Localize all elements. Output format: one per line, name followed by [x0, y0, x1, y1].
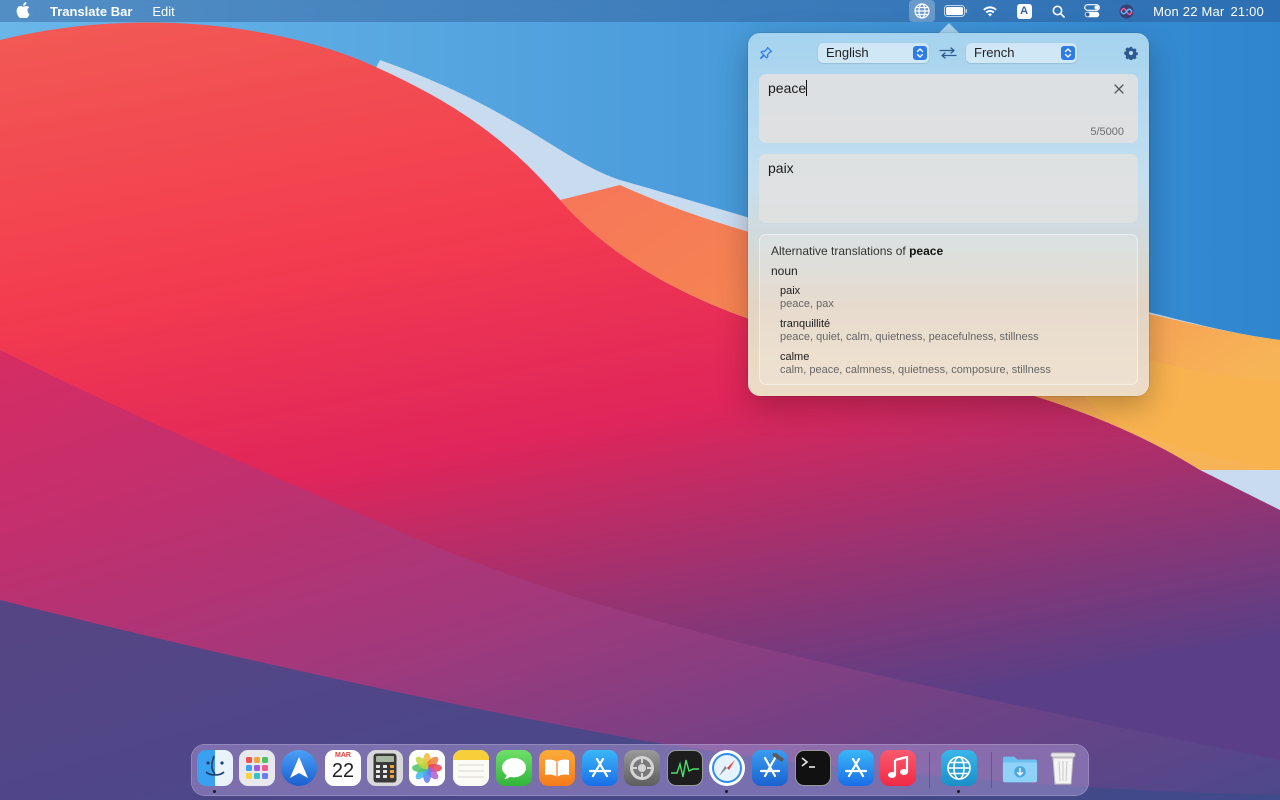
source-text-field[interactable]: peace 5/5000	[759, 74, 1138, 143]
select-chevron-icon	[913, 46, 927, 60]
swap-languages-icon[interactable]	[937, 44, 959, 62]
calculator-icon[interactable]	[367, 750, 403, 786]
clear-text-icon[interactable]	[1112, 82, 1126, 96]
running-indicator	[725, 790, 728, 793]
alternative-synonyms: peace, quiet, calm, quietness, peacefuln…	[780, 331, 1039, 343]
terminal-icon[interactable]	[795, 750, 831, 786]
photos-icon[interactable]	[409, 750, 445, 786]
source-language-value: English	[826, 45, 869, 60]
input-source-icon[interactable]: A	[1007, 0, 1041, 22]
menubar-clock[interactable]: Mon 22 Mar 21:00	[1153, 4, 1264, 19]
alternative-entry[interactable]: paix peace, pax	[780, 285, 834, 311]
finder-icon[interactable]	[197, 750, 233, 786]
translate-globe-icon[interactable]	[909, 0, 936, 22]
menu-bar: Translate Bar Edit A Mon 22 Mar 21:00	[0, 0, 1280, 22]
alternatives-heading-prefix: Alternative translations of	[771, 244, 906, 258]
pin-icon[interactable]	[757, 44, 775, 62]
running-indicator	[213, 790, 216, 793]
xcode-icon[interactable]	[752, 750, 788, 786]
select-chevron-icon	[1061, 46, 1075, 60]
books-icon[interactable]	[539, 750, 575, 786]
alternative-synonyms: calm, peace, calmness, quietness, compos…	[780, 364, 1051, 376]
calendar-month: MAR	[335, 752, 351, 759]
alternative-word: paix	[780, 285, 801, 297]
app-store-icon[interactable]	[838, 750, 874, 786]
text-cursor	[806, 80, 808, 96]
calendar-day: 22	[331, 760, 355, 782]
dock-separator	[991, 752, 992, 788]
system-preferences-icon[interactable]	[624, 750, 660, 786]
activity-monitor-icon[interactable]	[667, 750, 703, 786]
popover-toolbar: English French	[748, 41, 1149, 65]
source-text: peace	[768, 80, 808, 96]
spotlight-search-icon[interactable]	[1041, 0, 1075, 22]
messages-icon[interactable]	[496, 750, 532, 786]
target-language-value: French	[974, 45, 1015, 60]
alternative-entry[interactable]: calme calm, peace, calmness, quietness, …	[780, 351, 1051, 377]
wifi-icon[interactable]	[973, 0, 1007, 22]
calendar-icon[interactable]: MAR 22	[325, 750, 361, 786]
menubar-status-area: A Mon 22 Mar 21:00	[905, 0, 1264, 22]
part-of-speech-label: noun	[771, 264, 798, 278]
battery-icon[interactable]	[939, 0, 973, 22]
trash-icon[interactable]	[1045, 750, 1081, 786]
alternative-entry[interactable]: tranquillité peace, quiet, calm, quietne…	[780, 318, 1039, 344]
alternatives-heading: Alternative translations of peace	[771, 244, 943, 258]
notes-icon[interactable]	[453, 750, 489, 786]
character-count: 5/5000	[1090, 126, 1124, 138]
popover-arrow	[939, 23, 959, 33]
translate-popover: English French peace 5/5000 paix Alterna…	[748, 33, 1149, 396]
dock-separator	[929, 752, 930, 788]
edit-menu[interactable]: Edit	[152, 4, 174, 19]
target-language-select[interactable]: French	[966, 43, 1077, 63]
source-language-select[interactable]: English	[818, 43, 929, 63]
alternative-synonyms: peace, pax	[780, 298, 834, 310]
clock-day: Mon 22 Mar	[1153, 3, 1225, 19]
music-icon[interactable]	[880, 750, 916, 786]
running-indicator	[957, 790, 960, 793]
translate-bar-app-icon[interactable]	[941, 750, 977, 786]
alternative-word: tranquillité	[780, 318, 831, 330]
control-center-icon[interactable]	[1075, 0, 1109, 22]
translated-text: paix	[768, 160, 794, 176]
launchpad-icon[interactable]	[239, 750, 275, 786]
safari-icon[interactable]	[709, 750, 745, 786]
input-source-letter: A	[1016, 3, 1032, 19]
clock-time: 21:00	[1230, 3, 1264, 19]
app-store-icon[interactable]	[582, 750, 618, 786]
spark-mail-icon[interactable]	[281, 750, 317, 786]
alternatives-heading-word: peace	[909, 244, 944, 258]
settings-gear-icon[interactable]	[1122, 44, 1140, 62]
dock: MAR 22	[191, 744, 1089, 796]
source-text-value: peace	[768, 80, 807, 96]
siri-icon[interactable]	[1109, 0, 1143, 22]
translation-output-field[interactable]: paix	[759, 154, 1138, 223]
app-name-menu[interactable]: Translate Bar	[50, 4, 132, 19]
downloads-folder-icon[interactable]	[1002, 750, 1038, 786]
alternative-translations-panel: Alternative translations of peace noun p…	[759, 234, 1138, 385]
alternative-word: calme	[780, 351, 810, 363]
apple-menu-icon[interactable]	[16, 2, 34, 20]
